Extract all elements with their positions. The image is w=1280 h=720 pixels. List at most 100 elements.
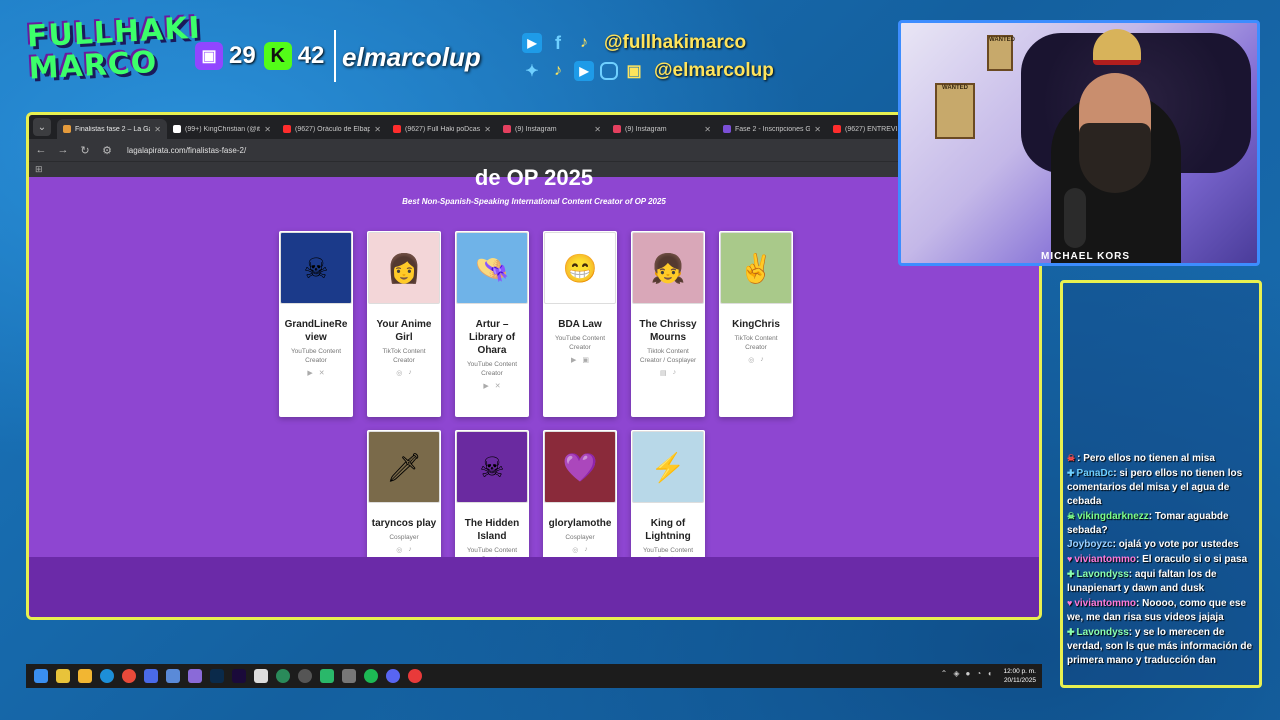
youtube-icon[interactable]: ▶: [571, 356, 576, 364]
app-icon[interactable]: [254, 669, 268, 683]
page-footer: [29, 557, 1039, 617]
creator-name: Your Anime Girl: [376, 319, 432, 343]
youtube-icon: [393, 125, 401, 133]
creator-photo[interactable]: ☠: [280, 232, 352, 304]
taskbar-clock[interactable]: 12:00 p. m. 20/11/2025: [1003, 667, 1036, 685]
channel-name: elmarcolup: [342, 42, 481, 72]
wanted-poster-text: WANTED: [989, 37, 1015, 43]
creator-name: Artur – Library of Ohara: [468, 319, 516, 356]
site-settings-icon[interactable]: ⚙: [101, 144, 113, 157]
instagram-icon[interactable]: ◎: [748, 356, 754, 364]
app-icon[interactable]: [188, 669, 202, 683]
forward-arrow-icon[interactable]: →: [57, 144, 69, 156]
reload-icon[interactable]: ↻: [79, 144, 91, 157]
tiktok-icon[interactable]: ♪: [673, 369, 677, 377]
app-icon[interactable]: [166, 669, 180, 683]
chat-username[interactable]: viviantommo: [1074, 554, 1136, 565]
browser-tab[interactable]: Fase 2 - Inscripciones Gal ✕: [717, 119, 827, 139]
shirt-text: MICHAEL KORS: [1041, 251, 1131, 262]
chat-message: ✚ PanaDc: si pero ellos no tienen los com…: [1067, 466, 1253, 509]
creator-photo[interactable]: 😁: [544, 232, 616, 304]
creator-card[interactable]: ☠ GrandLineReview YouTube Content Creator ▶…: [279, 231, 353, 417]
browser-tab[interactable]: (9) Instagram ✕: [497, 119, 607, 139]
twitter-icon: ✦: [525, 63, 539, 80]
network-icon[interactable]: ◈: [953, 669, 959, 678]
instagram-icon[interactable]: ◎: [572, 546, 578, 554]
app-icon[interactable]: [276, 669, 290, 683]
tab-search-chevron-icon[interactable]: ⌄: [33, 118, 51, 136]
file-explorer-icon[interactable]: [78, 669, 92, 683]
browser-tab[interactable]: (9) Instagram ✕: [607, 119, 717, 139]
app-icon[interactable]: [320, 669, 334, 683]
youtube-icon[interactable]: ▶: [307, 369, 312, 377]
tab-close-icon[interactable]: ✕: [264, 125, 271, 134]
tab-close-icon[interactable]: ✕: [154, 125, 161, 134]
creator-photo[interactable]: 🗡: [368, 431, 440, 503]
creator-card[interactable]: ✌ KingChris TikTok Content Creator ◎ ♪: [719, 231, 793, 417]
chat-username[interactable]: viviantommo: [1074, 598, 1136, 609]
creator-social-links: ▶✕: [455, 382, 529, 390]
tab-close-icon[interactable]: ✕: [484, 125, 491, 134]
chat-username[interactable]: PanaDc: [1077, 468, 1114, 479]
wifi-icon[interactable]: ◔: [976, 669, 981, 678]
chat-username[interactable]: Lavondyss: [1077, 627, 1129, 638]
tab-close-icon[interactable]: ✕: [594, 125, 601, 134]
creator-name: The Hidden Island: [464, 518, 520, 542]
creator-role: YouTube Content Creator: [554, 335, 606, 351]
browser-tab[interactable]: (9627) Full Haki poDcast ✕: [387, 119, 497, 139]
instagram-icon[interactable]: ◎: [396, 546, 402, 554]
creator-photo[interactable]: ☠: [456, 431, 528, 503]
discord-icon[interactable]: [386, 669, 400, 683]
tab-close-icon[interactable]: ✕: [704, 125, 711, 134]
chat-username[interactable]: Lavondyss: [1077, 569, 1129, 580]
x-icon[interactable]: ✕: [319, 369, 325, 377]
edge-icon[interactable]: [100, 669, 114, 683]
volume-icon[interactable]: ◖: [987, 669, 992, 678]
premiere-icon[interactable]: [232, 669, 246, 683]
browser-tab[interactable]: Finalistas fase 2 – La Gala ✕: [57, 119, 167, 139]
creator-photo[interactable]: ⚡: [632, 431, 704, 503]
creator-role: TikTok Content Creator: [382, 348, 426, 364]
mic-icon[interactable]: ●: [965, 669, 970, 678]
tab-close-icon[interactable]: ✕: [814, 125, 821, 134]
spotify-icon[interactable]: [364, 669, 378, 683]
photoshop-icon[interactable]: [210, 669, 224, 683]
tab-title: (9) Instagram: [625, 125, 667, 133]
tab-close-icon[interactable]: ✕: [374, 125, 381, 134]
chat-username[interactable]: vikingdarknezz: [1077, 511, 1149, 522]
microphone: [1064, 188, 1086, 248]
chevron-up-icon[interactable]: ⌃: [941, 669, 948, 678]
chat-username[interactable]: Joyboyzc: [1067, 539, 1113, 550]
creator-photo[interactable]: 💜: [544, 431, 616, 503]
forms-icon[interactable]: ▤: [660, 369, 667, 377]
tiktok-icon[interactable]: ♪: [760, 356, 764, 364]
creator-photo[interactable]: 👧: [632, 232, 704, 304]
creator-photo[interactable]: 👩: [368, 232, 440, 304]
app-icon[interactable]: [408, 669, 422, 683]
store-icon[interactable]: [144, 669, 158, 683]
browser-tab[interactable]: (9627) Oráculo de Elbaph ✕: [277, 119, 387, 139]
creator-social-links: ▤ ♪: [631, 369, 705, 377]
twitch-icon[interactable]: ▣: [582, 356, 589, 364]
start-icon[interactable]: [34, 669, 48, 683]
app-icon[interactable]: [342, 669, 356, 683]
tiktok-icon[interactable]: ♪: [408, 369, 412, 377]
copilot-icon[interactable]: [56, 669, 70, 683]
instagram-icon[interactable]: ◎: [396, 369, 402, 377]
x-icon[interactable]: ✕: [495, 382, 501, 390]
system-tray: ⌃ ◈ ● ◔ ◖: [941, 669, 992, 678]
creator-card[interactable]: 👧 The Chrissy Mourns Tiktok Content Creato…: [631, 231, 705, 417]
url-field[interactable]: lagalapirata.com/finalistas-fase-2/: [127, 146, 246, 155]
chrome-icon[interactable]: [122, 669, 136, 683]
creator-photo[interactable]: 👒: [456, 232, 528, 304]
creator-card[interactable]: 👒 Artur – Library of Ohara YouTube Content…: [455, 231, 529, 417]
back-arrow-icon[interactable]: ←: [35, 144, 47, 156]
creator-photo[interactable]: ✌: [720, 232, 792, 304]
tiktok-icon[interactable]: ♪: [408, 546, 412, 554]
obs-icon[interactable]: [298, 669, 312, 683]
creator-card[interactable]: 😁 BDA Law YouTube Content Creator ▶ ▣: [543, 231, 617, 417]
browser-tab[interactable]: (99+) KingChristian (@itsk ✕: [167, 119, 277, 139]
creator-card[interactable]: 👩 Your Anime Girl TikTok Content Creator ◎ ♪: [367, 231, 441, 417]
youtube-icon[interactable]: ▶: [483, 382, 488, 390]
tiktok-icon[interactable]: ♪: [584, 546, 588, 554]
